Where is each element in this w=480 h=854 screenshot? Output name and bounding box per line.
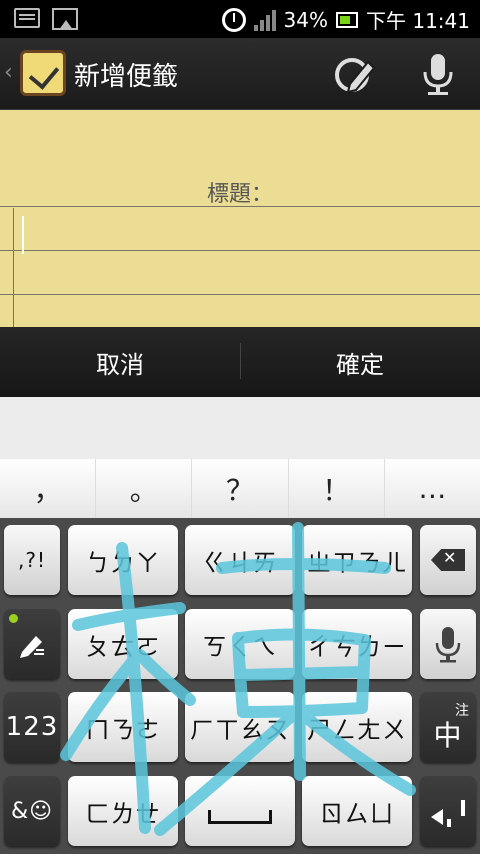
emoji-key[interactable]: &☺: [4, 776, 60, 846]
input-mode-key[interactable]: 注 中: [420, 692, 476, 762]
punctuation-row: ， 。 ？ ！ …: [0, 459, 480, 518]
punct-key-ellipsis[interactable]: …: [384, 459, 480, 518]
key-h-x-ao-ou[interactable]: ㄏㄒㄠㄡ: [185, 692, 295, 762]
status-indicator-icon: [9, 614, 18, 623]
mode-label-zhuyin: 注: [455, 703, 470, 719]
keyboard-icon: [14, 8, 40, 28]
backspace-key[interactable]: [420, 525, 476, 595]
action-buttons-bar: 取消 確定: [0, 327, 480, 397]
space-icon: [208, 810, 272, 824]
handwriting-pen-icon: [20, 636, 44, 658]
key-r-s-yu[interactable]: ㄖㄙㄩ: [302, 776, 412, 846]
clock: 下午 11:41: [366, 9, 470, 33]
key-sh-eng-ang-u[interactable]: ㄕㄥㄤㄨ: [302, 692, 412, 762]
key-m-n-e[interactable]: ㄇㄋㄜ: [68, 692, 178, 762]
handwriting-toggle-key[interactable]: [4, 609, 60, 679]
punct-key-exclaim[interactable]: ！: [288, 459, 385, 518]
title-label: 標題：: [206, 182, 273, 207]
action-bar: ‹ 新增便籤: [0, 38, 480, 110]
enter-key[interactable]: [420, 776, 476, 846]
key-k-q-ei[interactable]: ㄎㄑㄟ: [185, 609, 295, 679]
microphone-icon[interactable]: [412, 48, 464, 100]
numbers-key[interactable]: 123: [4, 692, 60, 762]
keyboard: ， 。 ？ ！ … ,?! ㄅㄉㄚ ㄍㄐㄞ ㄓㄗㄋㄦ ㄆㄊㄛ ㄎㄑㄟ ㄔㄘㄌㄧ …: [0, 459, 480, 854]
note-rule-line: [0, 206, 480, 207]
note-editor[interactable]: 標題：: [0, 110, 480, 327]
candidate-bar: [0, 397, 480, 459]
app-notepad-icon[interactable]: [20, 50, 66, 96]
confirm-button[interactable]: 確定: [240, 327, 480, 397]
key-p-t-o[interactable]: ㄆㄊㄛ: [68, 609, 178, 679]
punct-key-question[interactable]: ？: [192, 459, 289, 518]
key-b-d-a[interactable]: ㄅㄉㄚ: [68, 525, 178, 595]
mode-label-chinese: 中: [433, 719, 463, 752]
symbols-key[interactable]: ,?!: [4, 525, 60, 595]
back-chevron-icon[interactable]: ‹: [4, 60, 13, 85]
note-rule-line: [0, 294, 480, 295]
status-bar: 34% 下午 11:41: [0, 0, 480, 38]
page-title: 新增便籤: [74, 62, 179, 92]
alarm-icon: [221, 7, 246, 32]
battery-icon: [336, 11, 358, 28]
space-key[interactable]: [185, 776, 295, 846]
voice-input-key[interactable]: [420, 609, 476, 679]
cancel-button[interactable]: 取消: [0, 327, 240, 397]
key-ch-c-l-i[interactable]: ㄔㄘㄌㄧ: [302, 609, 412, 679]
text-cursor: [22, 216, 24, 254]
signal-icon: [253, 9, 276, 31]
image-icon: [52, 8, 78, 30]
backspace-icon: [431, 549, 465, 571]
pen-icon[interactable]: [330, 48, 382, 100]
note-rule-line: [0, 250, 480, 251]
punct-key-period[interactable]: 。: [96, 459, 193, 518]
battery-percent: 34%: [283, 7, 328, 32]
divider: [240, 343, 241, 379]
microphone-icon: [435, 627, 461, 663]
note-margin-line: [13, 208, 14, 327]
punct-key-comma[interactable]: ，: [0, 459, 97, 518]
enter-icon: [431, 800, 465, 825]
key-g-j-ai[interactable]: ㄍㄐㄞ: [185, 525, 295, 595]
key-zh-z-en-er[interactable]: ㄓㄗㄋㄦ: [302, 525, 412, 595]
key-f-l-eh[interactable]: ㄈㄌㄝ: [68, 776, 178, 846]
